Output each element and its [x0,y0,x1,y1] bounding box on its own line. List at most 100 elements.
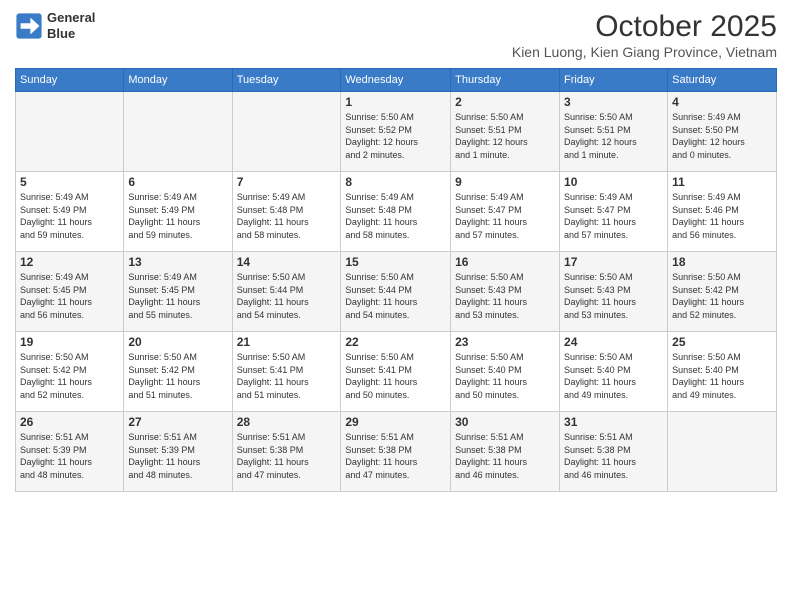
day-info: Sunrise: 5:51 AM [455,431,555,444]
calendar-cell: 2Sunrise: 5:50 AMSunset: 5:51 PMDaylight… [451,92,560,172]
day-number: 25 [672,335,772,349]
day-number: 13 [128,255,227,269]
day-info: Sunrise: 5:51 AM [128,431,227,444]
calendar-cell: 6Sunrise: 5:49 AMSunset: 5:49 PMDaylight… [124,172,232,252]
day-info: and 49 minutes. [672,389,772,402]
day-info: Sunrise: 5:50 AM [672,351,772,364]
day-info: Daylight: 11 hours [672,296,772,309]
day-number: 21 [237,335,337,349]
calendar-cell: 22Sunrise: 5:50 AMSunset: 5:41 PMDayligh… [341,332,451,412]
day-info: Daylight: 11 hours [672,216,772,229]
logo-line1: General [47,10,95,26]
day-info: and 57 minutes. [455,229,555,242]
day-info: Sunset: 5:45 PM [128,284,227,297]
day-info: and 53 minutes. [564,309,663,322]
day-info: Sunset: 5:45 PM [20,284,119,297]
logo-text: General Blue [47,10,95,41]
day-info: Daylight: 11 hours [345,216,446,229]
day-info: Sunset: 5:51 PM [564,124,663,137]
day-info: Daylight: 11 hours [20,216,119,229]
calendar-cell [668,412,777,492]
day-info: Sunset: 5:48 PM [237,204,337,217]
day-info: Daylight: 12 hours [672,136,772,149]
logo-line2: Blue [47,26,95,42]
day-number: 16 [455,255,555,269]
day-info: Daylight: 11 hours [237,456,337,469]
day-number: 28 [237,415,337,429]
day-info: Sunrise: 5:51 AM [237,431,337,444]
day-number: 30 [455,415,555,429]
day-info: Sunrise: 5:49 AM [237,191,337,204]
day-number: 20 [128,335,227,349]
day-info: and 1 minute. [564,149,663,162]
calendar-cell [232,92,341,172]
day-info: Sunset: 5:43 PM [564,284,663,297]
day-info: Sunset: 5:38 PM [564,444,663,457]
day-info: Sunrise: 5:49 AM [564,191,663,204]
calendar-cell: 29Sunrise: 5:51 AMSunset: 5:38 PMDayligh… [341,412,451,492]
day-number: 3 [564,95,663,109]
calendar-cell: 5Sunrise: 5:49 AMSunset: 5:49 PMDaylight… [16,172,124,252]
day-info: Daylight: 11 hours [345,376,446,389]
day-number: 10 [564,175,663,189]
day-info: Sunrise: 5:51 AM [20,431,119,444]
day-info: Sunset: 5:42 PM [128,364,227,377]
calendar-cell [16,92,124,172]
day-info: and 53 minutes. [455,309,555,322]
day-info: and 56 minutes. [672,229,772,242]
calendar-week-3: 12Sunrise: 5:49 AMSunset: 5:45 PMDayligh… [16,252,777,332]
day-info: Daylight: 11 hours [564,296,663,309]
day-info: Sunrise: 5:51 AM [564,431,663,444]
calendar-cell [124,92,232,172]
day-info: Sunset: 5:52 PM [345,124,446,137]
day-info: Sunrise: 5:50 AM [564,351,663,364]
calendar-cell: 31Sunrise: 5:51 AMSunset: 5:38 PMDayligh… [560,412,668,492]
day-info: Sunset: 5:42 PM [20,364,119,377]
day-info: Sunrise: 5:50 AM [345,351,446,364]
day-info: Sunset: 5:51 PM [455,124,555,137]
col-monday: Monday [124,69,232,92]
day-info: and 1 minute. [455,149,555,162]
calendar-cell: 7Sunrise: 5:49 AMSunset: 5:48 PMDaylight… [232,172,341,252]
day-number: 14 [237,255,337,269]
day-info: Daylight: 11 hours [345,296,446,309]
day-info: Daylight: 11 hours [564,376,663,389]
day-info: and 49 minutes. [564,389,663,402]
calendar-cell: 28 Sunrise: 5:51 AMSunset: 5:38 PMDayligh… [232,412,341,492]
header-row: Sunday Monday Tuesday Wednesday Thursday… [16,69,777,92]
day-info: Sunset: 5:41 PM [345,364,446,377]
col-friday: Friday [560,69,668,92]
day-number: 15 [345,255,446,269]
day-info: Daylight: 11 hours [128,376,227,389]
calendar-week-4: 19Sunrise: 5:50 AMSunset: 5:42 PMDayligh… [16,332,777,412]
day-info: Sunrise: 5:49 AM [455,191,555,204]
day-info: Daylight: 11 hours [564,216,663,229]
calendar-cell: 4Sunrise: 5:49 AMSunset: 5:50 PMDaylight… [668,92,777,172]
day-info: Daylight: 11 hours [20,376,119,389]
day-info: Daylight: 11 hours [20,456,119,469]
day-info: Sunrise: 5:49 AM [128,271,227,284]
calendar-cell: 14Sunrise: 5:50 AMSunset: 5:44 PMDayligh… [232,252,341,332]
header-section: General Blue October 2025 Kien Luong, Ki… [15,10,777,60]
col-sunday: Sunday [16,69,124,92]
day-info: Sunset: 5:39 PM [128,444,227,457]
day-info: and 46 minutes. [455,469,555,482]
day-info: Daylight: 11 hours [128,296,227,309]
calendar-cell: 21Sunrise: 5:50 AMSunset: 5:41 PMDayligh… [232,332,341,412]
calendar-cell: 27Sunrise: 5:51 AMSunset: 5:39 PMDayligh… [124,412,232,492]
day-info: Daylight: 11 hours [345,456,446,469]
month-title: October 2025 [512,10,777,44]
day-info: Daylight: 11 hours [20,296,119,309]
col-tuesday: Tuesday [232,69,341,92]
day-info: Sunrise: 5:49 AM [128,191,227,204]
day-number: 7 [237,175,337,189]
day-info: and 57 minutes. [564,229,663,242]
day-number: 17 [564,255,663,269]
calendar-cell: 8Sunrise: 5:49 AMSunset: 5:48 PMDaylight… [341,172,451,252]
calendar-cell: 10Sunrise: 5:49 AMSunset: 5:47 PMDayligh… [560,172,668,252]
day-info: Sunrise: 5:50 AM [128,351,227,364]
day-info: Sunset: 5:38 PM [237,444,337,457]
day-number: 26 [20,415,119,429]
title-section: October 2025 Kien Luong, Kien Giang Prov… [512,10,777,60]
calendar-cell: 18Sunrise: 5:50 AMSunset: 5:42 PMDayligh… [668,252,777,332]
